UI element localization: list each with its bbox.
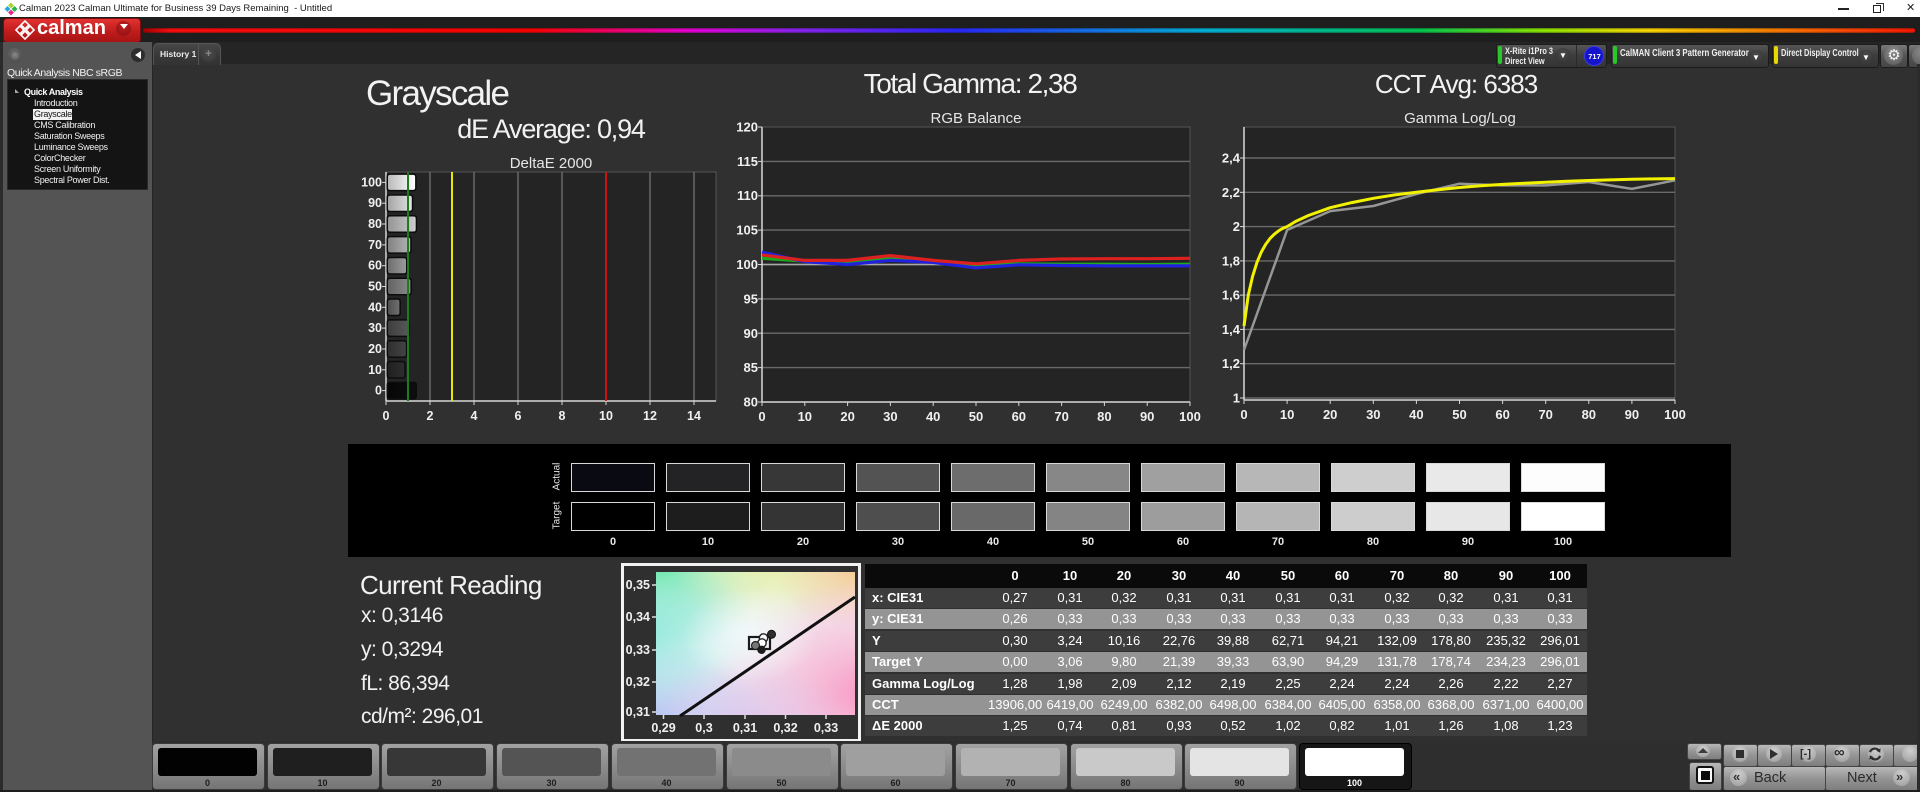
svg-text:0,31: 0,31 (733, 721, 757, 735)
svg-text:0,29: 0,29 (651, 721, 675, 735)
svg-text:0,33: 0,33 (626, 643, 650, 657)
svg-text:0,34: 0,34 (626, 610, 650, 624)
svg-text:0,35: 0,35 (626, 578, 650, 592)
svg-text:0,32: 0,32 (773, 721, 797, 735)
svg-text:0,32: 0,32 (626, 675, 650, 689)
svg-text:0,31: 0,31 (626, 705, 650, 719)
svg-text:0,3: 0,3 (695, 721, 712, 735)
svg-text:0,33: 0,33 (814, 721, 838, 735)
